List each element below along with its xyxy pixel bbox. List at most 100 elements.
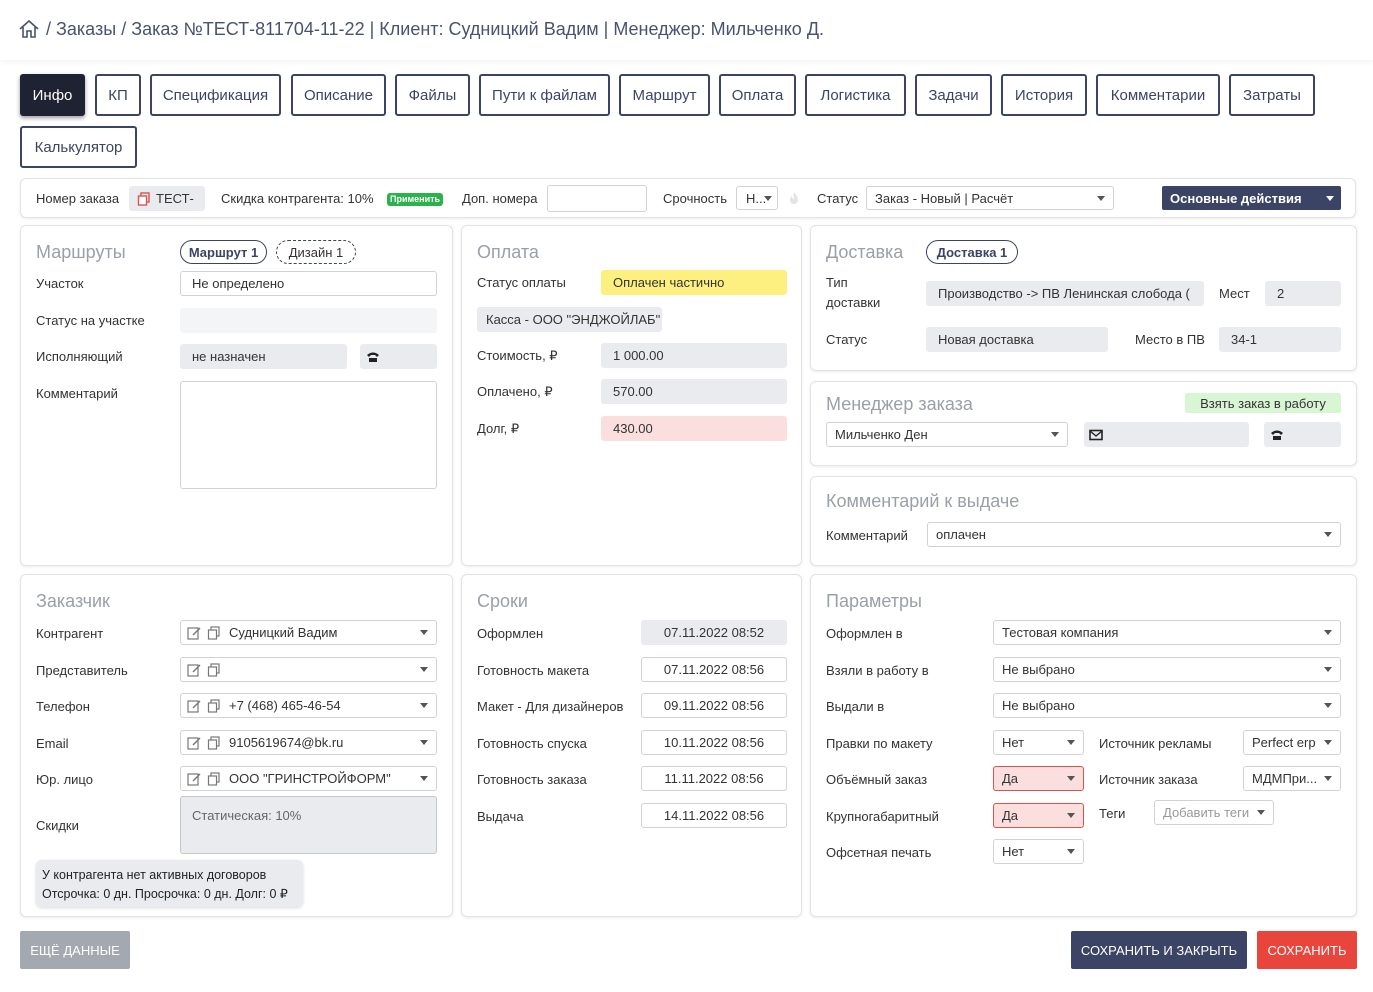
tab-costs[interactable]: Затраты [1229, 74, 1315, 116]
tab-history[interactable]: История [1001, 74, 1087, 116]
route-1-pill[interactable]: Маршрут 1 [180, 240, 267, 264]
tab-comments[interactable]: Комментарии [1096, 74, 1220, 116]
edit-icon[interactable] [187, 626, 201, 640]
tab-description[interactable]: Описание [291, 74, 386, 116]
delivery-status-label: Статус [826, 332, 868, 347]
tab-kp[interactable]: КП [95, 74, 141, 116]
design-1-pill[interactable]: Дизайн 1 [276, 240, 356, 264]
taken-in-select[interactable]: Не выбрано [993, 657, 1341, 682]
urgency-select[interactable]: Н... [736, 186, 778, 210]
legal-entity-label: Юр. лицо [36, 772, 93, 787]
breadcrumb-orders-link[interactable]: Заказы [56, 19, 116, 40]
status-label: Статус [817, 191, 859, 206]
edit-icon[interactable] [187, 772, 201, 786]
tab-calculator[interactable]: Калькулятор [20, 126, 137, 168]
deadline-value[interactable]: 09.11.2022 08:56 [641, 693, 787, 718]
chevron-down-icon [420, 703, 428, 708]
ad-source-select[interactable]: Perfect erp [1243, 730, 1341, 755]
large-size-value: Да [1002, 808, 1019, 823]
deadline-value[interactable]: 11.11.2022 08:56 [641, 766, 787, 791]
customer-title: Заказчик [36, 591, 110, 611]
chevron-down-icon [420, 667, 428, 672]
copy-icon[interactable] [207, 736, 221, 750]
order-source-select[interactable]: МДМПри... [1243, 766, 1341, 791]
edit-icon[interactable] [187, 699, 201, 713]
edits-value: Нет [1002, 735, 1025, 750]
copy-icon[interactable] [207, 663, 221, 677]
chevron-down-icon [764, 196, 772, 201]
tab-info[interactable]: Инфо [20, 74, 85, 116]
chevron-down-icon [420, 776, 428, 781]
deadlines-card: Сроки Оформлен 07.11.2022 08:52 Готовнос… [461, 574, 802, 917]
save-and-close-button[interactable]: СОХРАНИТЬ И ЗАКРЫТЬ [1071, 931, 1247, 969]
section-field[interactable]: Не определено [180, 271, 437, 296]
tags-select[interactable]: Добавить теги [1154, 800, 1274, 825]
status-select[interactable]: Заказ - Новый | Расчёт [866, 186, 1114, 210]
bulky-select[interactable]: Да [993, 766, 1084, 791]
paid-label: Оплачено, ₽ [477, 384, 553, 399]
payment-title: Оплата [477, 242, 539, 262]
large-size-select[interactable]: Да [993, 803, 1084, 828]
breadcrumb-separator: / [121, 18, 127, 39]
section-status-field [180, 308, 437, 333]
apply-discount-button[interactable]: Применить [387, 193, 444, 206]
tab-route[interactable]: Маршрут [619, 74, 710, 116]
tab-logistics[interactable]: Логистика [805, 74, 906, 116]
executor-field: не назначен [180, 344, 347, 369]
save-button[interactable]: СОХРАНИТЬ [1257, 931, 1357, 969]
issued-in-select[interactable]: Тестовая компания [993, 620, 1341, 645]
offset-print-select[interactable]: Нет [993, 839, 1084, 864]
deadline-value[interactable]: 07.11.2022 08:56 [641, 657, 787, 682]
payment-status-label: Статус оплаты [477, 275, 566, 290]
deadline-label: Готовность макета [477, 663, 590, 678]
order-source-label: Источник заказа [1099, 772, 1198, 787]
tab-specification[interactable]: Спецификация [150, 74, 281, 116]
given-in-value: Не выбрано [1002, 698, 1075, 713]
tab-tasks[interactable]: Задачи [915, 74, 992, 116]
comment-textarea[interactable] [180, 381, 437, 489]
bulky-label: Объёмный заказ [826, 772, 928, 787]
delivery-type-label-1: Тип [826, 275, 848, 290]
issued-in-value: Тестовая компания [1002, 625, 1119, 640]
debt-field: 430.00 [601, 416, 787, 441]
tab-file-paths[interactable]: Пути к файлам [479, 74, 610, 116]
section-label: Участок [36, 276, 84, 291]
deadline-label: Выдача [477, 809, 524, 824]
breadcrumb-manager: | Менеджер: Мильченко Д. [603, 18, 825, 39]
tab-files[interactable]: Файлы [395, 74, 470, 116]
home-icon[interactable] [18, 18, 40, 40]
deadline-value: 07.11.2022 08:52 [641, 620, 787, 645]
bulky-value: Да [1002, 771, 1019, 786]
take-order-button[interactable]: Взять заказ в работу [1185, 393, 1341, 413]
copy-icon[interactable] [207, 772, 221, 786]
chevron-down-icon [1324, 630, 1332, 635]
payment-card: Оплата Статус оплаты Оплачен частично Ка… [461, 225, 802, 566]
fire-icon[interactable] [787, 191, 801, 205]
urgency-label: Срочность [663, 191, 727, 206]
copy-icon[interactable] [137, 192, 151, 206]
edit-icon[interactable] [187, 663, 201, 677]
chevron-down-icon [1324, 776, 1332, 781]
paid-field: 570.00 [601, 379, 787, 404]
deadline-value[interactable]: 14.11.2022 08:56 [641, 803, 787, 828]
phone-icon [1271, 430, 1283, 440]
main-actions-dropdown[interactable]: Основные действия [1162, 186, 1341, 210]
places-field: 2 [1265, 281, 1341, 306]
delivery-title: Доставка [826, 242, 904, 262]
given-in-select[interactable]: Не выбрано [993, 693, 1341, 718]
more-data-button[interactable]: ЕЩЁ ДАННЫЕ [20, 931, 130, 969]
extra-numbers-input[interactable] [547, 185, 647, 212]
discounts-field: Статическая: 10% [180, 796, 437, 854]
edits-select[interactable]: Нет [993, 730, 1084, 755]
issued-in-label: Оформлен в [826, 626, 903, 641]
delivery-1-pill[interactable]: Доставка 1 [926, 240, 1018, 264]
tab-payment[interactable]: Оплата [719, 74, 796, 116]
copy-icon[interactable] [207, 626, 221, 640]
manager-select[interactable]: Мильченко Ден [826, 422, 1068, 447]
taken-in-value: Не выбрано [1002, 662, 1075, 677]
copy-icon[interactable] [207, 699, 221, 713]
places-label: Мест [1219, 286, 1250, 301]
edit-icon[interactable] [187, 736, 201, 750]
deadline-value[interactable]: 10.11.2022 08:56 [641, 730, 787, 755]
issue-comment-select[interactable]: оплачен [927, 522, 1341, 547]
